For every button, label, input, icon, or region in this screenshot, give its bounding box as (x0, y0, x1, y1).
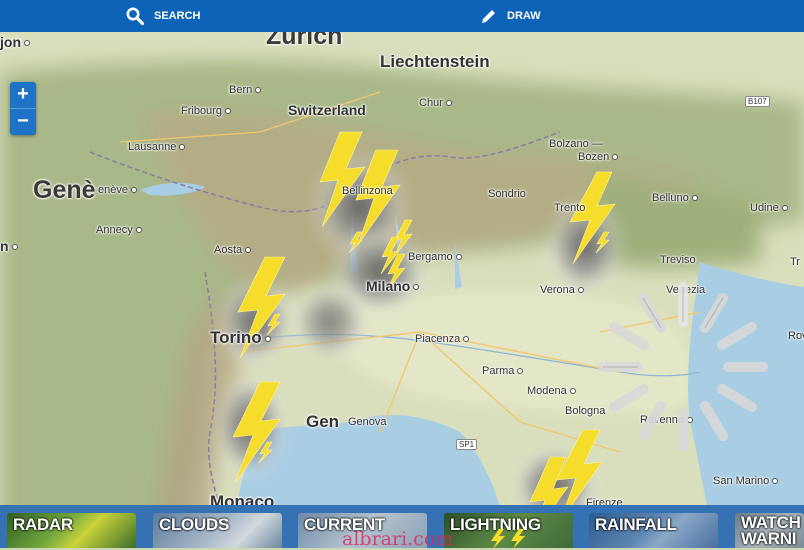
city-label-bellinzona: Bellinzona (342, 185, 393, 197)
city-label-bergamo: Bergamo (408, 251, 462, 263)
city-label-san-marino: San Marino (713, 475, 779, 487)
layer-tile-label: WATCH WARNI (741, 513, 801, 548)
zoom-out-button[interactable]: − (10, 108, 36, 135)
country-label-switzerland: Switzerland (288, 102, 366, 118)
search-icon (126, 7, 144, 25)
city-label-modena: Modena (527, 385, 576, 397)
city-label-milano: Milano (366, 278, 420, 294)
layer-tile-rainfall[interactable]: RAINFALL (589, 513, 718, 548)
city-label-rovigo: Rov (788, 330, 804, 342)
road-shield-sp1: SP1 (456, 439, 478, 450)
city-label-aosta: Aosta (214, 244, 252, 256)
city-label-chur: Chur (419, 97, 452, 109)
watermark-text: albrari.com (342, 528, 454, 550)
loading-spinner-icon (598, 282, 768, 452)
pencil-icon (482, 9, 495, 23)
city-label-piacenza: Piacenza (415, 333, 470, 345)
city-label-treviso: Treviso (660, 254, 696, 266)
city-label-fribourg: Fribourg (181, 105, 231, 117)
city-label-genova-large: Gen (306, 412, 340, 431)
city-label-lyon-edge: n (0, 238, 18, 254)
city-label-genova: Genova (348, 416, 387, 428)
city-label-trieste: Tr (790, 256, 800, 268)
city-label-zurich: Zürich (266, 32, 343, 50)
draw-label: DRAW (507, 10, 541, 22)
city-label-bozen: Bozen (578, 151, 619, 163)
city-label-parma: Parma (482, 365, 524, 377)
zoom-in-button[interactable]: + (10, 82, 36, 108)
search-label: SEARCH (154, 10, 201, 22)
layer-tile-label: CLOUDS (159, 515, 229, 534)
city-label-torino: Torino (210, 328, 271, 348)
city-label-belluno: Belluno (652, 192, 698, 204)
city-label-dijon: jon (0, 34, 30, 50)
city-label-verona: Verona (540, 284, 584, 296)
city-label-geneve-large: Genè (33, 176, 96, 204)
layer-tile-label: RADAR (13, 515, 73, 534)
city-label-annecy: Annecy (96, 224, 142, 236)
layer-tile-label: RAINFALL (595, 515, 677, 534)
city-label-lausanne: Lausanne (128, 141, 186, 153)
city-label-bern: Bern (229, 84, 262, 96)
layer-tile-watch-warnings[interactable]: WATCH WARNI (735, 513, 804, 548)
lightning-icon (491, 529, 525, 548)
city-label-sondrio: Sondrio (488, 188, 526, 200)
zoom-control: + − (10, 82, 36, 135)
country-label-liechtenstein: Liechtenstein (380, 52, 490, 71)
weather-map[interactable]: Zürich Genè Liechtenstein Switzerland Mi… (0, 32, 804, 548)
layer-tile-lightning[interactable]: LIGHTNING (444, 513, 573, 548)
layer-tile-radar[interactable]: RADAR (7, 513, 136, 548)
top-toolbar: SEARCH DRAW (0, 0, 804, 32)
road-shield-b107: B107 (745, 96, 770, 107)
search-button[interactable]: SEARCH (126, 0, 200, 32)
draw-button[interactable]: DRAW (480, 0, 541, 32)
city-label-trento: Trento (554, 202, 586, 214)
city-label-udine: Udine (750, 202, 788, 214)
city-label-geneve: enève (98, 184, 137, 196)
city-label-bolzano: Bolzano — (549, 138, 603, 150)
layer-tile-clouds[interactable]: CLOUDS (153, 513, 282, 548)
